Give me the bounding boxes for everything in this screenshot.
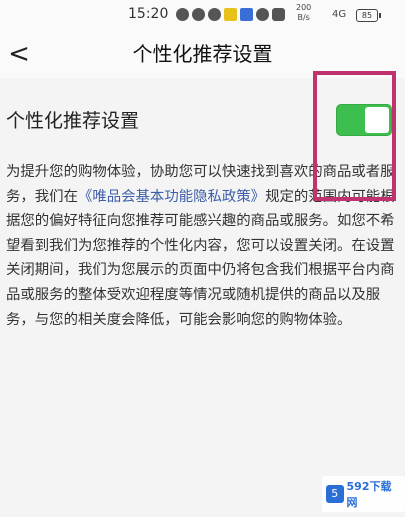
personalized-recommendation-toggle[interactable] [337,105,391,135]
page-title: 个性化推荐设置 [132,42,273,66]
setting-label: 个性化推荐设置 [6,110,140,132]
status-time: 15:20 [128,6,169,22]
back-button[interactable]: < [4,36,34,72]
watermark-text: 592下载网 [346,480,392,509]
network-speed: 200 B/s [296,3,311,23]
toggle-knob [365,107,389,133]
notification-icons [176,8,285,21]
vibrate-icon [272,8,285,21]
navigation-bar: 个性化推荐设置 < [0,30,405,78]
network-speed-unit: B/s [297,13,310,22]
watermark: 5 592下载网 [322,476,405,512]
battery-icon: 85 [356,9,381,22]
network-speed-value: 200 [296,3,312,12]
app-badge-icon [224,8,237,21]
signal-icon: 4G [332,9,347,20]
description-part2: 规定的范围内可能根据您的偏好特征向您推荐可能感兴趣的商品或服务。如您不希望看到我… [6,188,395,328]
description-text: 为提升您的购物体验，协助您可以快速找到喜欢的商品或者服务，我们在《唯品会基本功能… [6,160,398,332]
shield-icon [240,8,253,21]
privacy-policy-link[interactable]: 《唯品会基本功能隐私政策》 [78,189,265,205]
chat-notification-icon [192,8,205,21]
status-bar: 15:20 200 B/s 4G 85 [0,0,405,30]
watermark-logo-icon: 5 [326,485,344,503]
app-notification-icon [176,8,189,21]
message-notification-icon [208,8,221,21]
nfc-icon [256,8,269,21]
personalized-recommendation-row: 个性化推荐设置 [0,90,405,148]
